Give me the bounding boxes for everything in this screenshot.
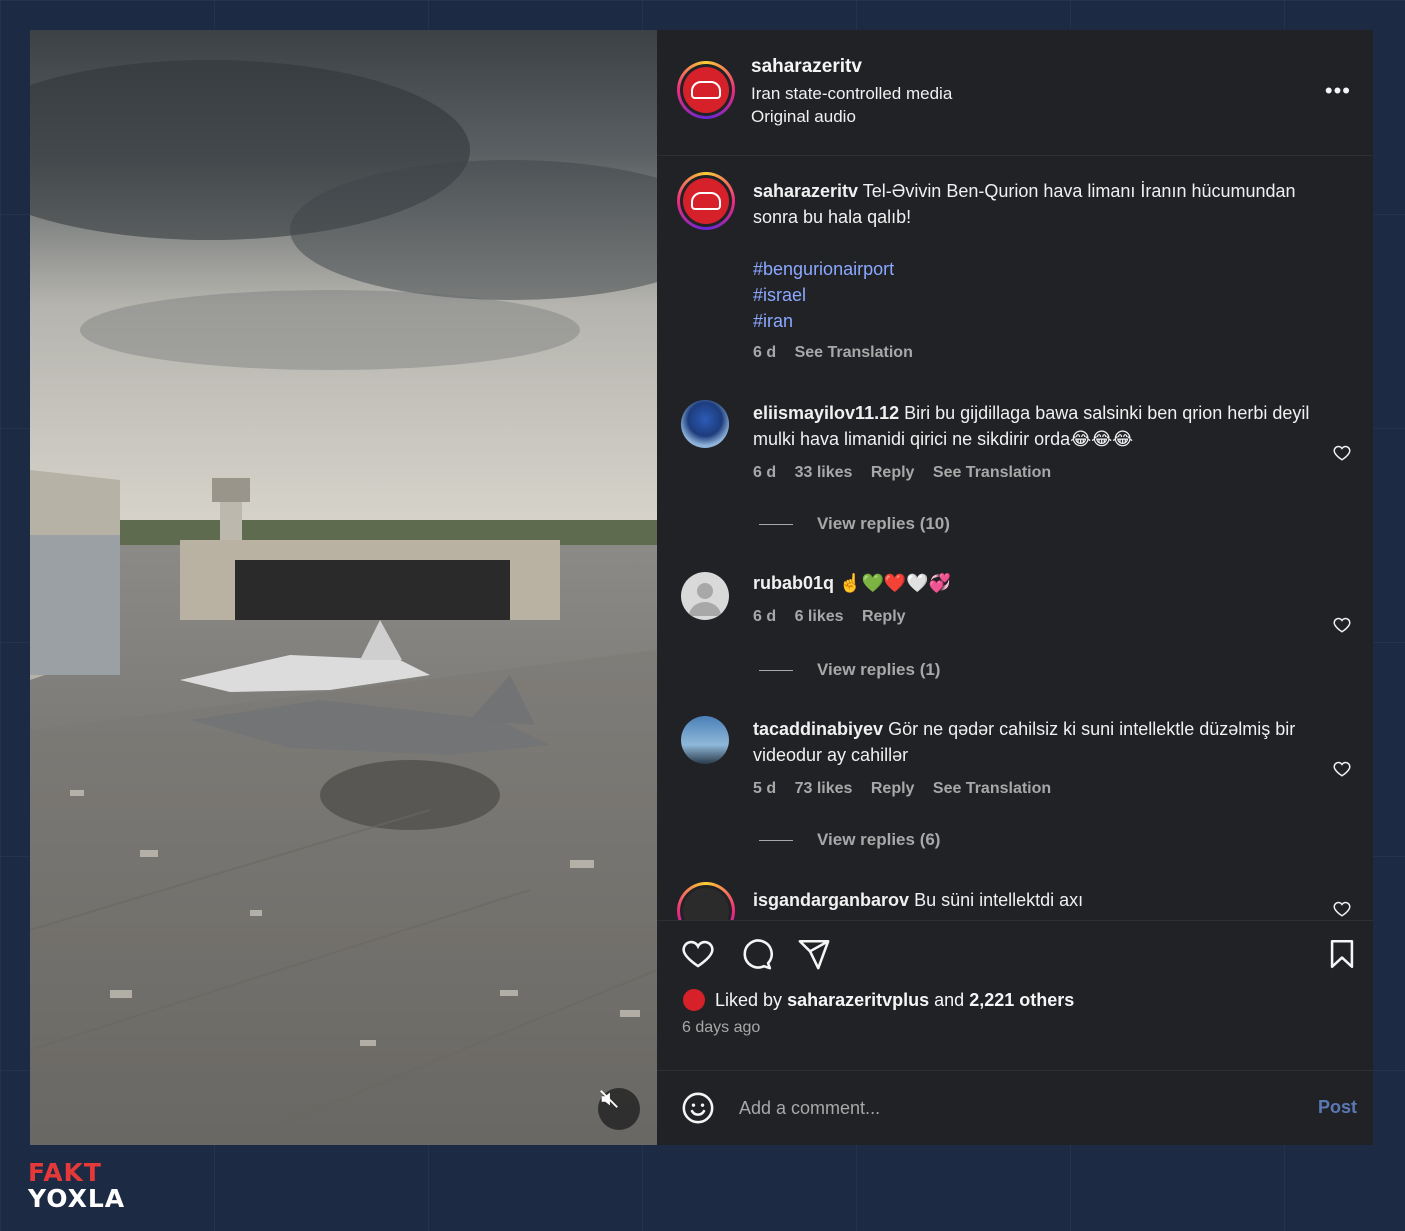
liker-username[interactable]: saharazeritvplus (787, 990, 929, 1011)
comment-composer: Post (657, 1070, 1373, 1145)
reply-button[interactable]: Reply (871, 780, 915, 797)
view-replies-label: View replies (10) (817, 514, 950, 533)
fakt-yoxla-watermark: FAKT YOXLA (28, 1160, 125, 1212)
post-time: 6 days ago (682, 1019, 761, 1036)
comment-content: isgandarganbarov Bu süni intellektdi axı (753, 887, 1321, 913)
comment-like-heart-icon[interactable] (1333, 444, 1351, 462)
commenter-avatar[interactable] (681, 572, 729, 620)
comment-content: eliismayilov11.12 Biri bu gijdillaga baw… (753, 400, 1321, 486)
post-actions: Liked by saharazeritvplus and 2,221 othe… (657, 920, 1373, 1090)
commenter-username[interactable]: rubab01q (753, 573, 834, 593)
caption-meta: 6 d See Translation (753, 344, 927, 362)
liker-avatar (681, 987, 707, 1013)
share-icon[interactable] (797, 937, 831, 971)
liked-by-middle: and (934, 989, 965, 1010)
hashtag-link[interactable]: #bengurionairport (753, 256, 894, 282)
liked-by-prefix: Liked by (715, 989, 783, 1010)
commenter-username[interactable]: isgandarganbarov (753, 890, 909, 910)
sahar-logo-icon (691, 192, 721, 210)
commenter-username[interactable]: eliismayilov11.12 (753, 403, 899, 423)
caption-age: 6 d (753, 344, 777, 361)
emoji-icon[interactable] (681, 1091, 715, 1125)
caption: saharazeritv Tel-Əvivin Ben-Qurion hava … (753, 178, 1313, 230)
commenter-username[interactable]: tacaddinabiyev (753, 719, 883, 739)
post-comment-button[interactable]: Post (1318, 1097, 1357, 1118)
post-side-panel: saharazeritv Iran state-controlled media… (657, 30, 1373, 1145)
default-user-icon (689, 583, 721, 616)
view-replies-button[interactable]: View replies (1) (759, 660, 940, 680)
view-replies-button[interactable]: View replies (10) (759, 514, 950, 534)
likes-summary[interactable]: Liked by saharazeritvplus and 2,221 othe… (681, 987, 1074, 1013)
comment-text: ☝️💚❤️🤍💞 (839, 573, 952, 593)
comment-meta: 6 d 33 likes Reply See Translation (753, 460, 1321, 486)
commenter-avatar[interactable] (677, 882, 735, 920)
mute-button[interactable] (598, 1088, 640, 1130)
comment-item: isgandarganbarov Bu süni intellektdi axı (657, 882, 1373, 920)
bookmark-icon[interactable] (1325, 937, 1359, 971)
comment-like-heart-icon[interactable] (1333, 900, 1351, 918)
comment-age: 6 d (753, 608, 777, 625)
comment-like-heart-icon[interactable] (1333, 760, 1351, 778)
comment-text: Bu süni intellektdi axı (914, 890, 1084, 910)
view-replies-button[interactable]: View replies (6) (759, 830, 940, 850)
more-icon[interactable]: ••• (1325, 80, 1351, 102)
post-header: saharazeritv Iran state-controlled media… (657, 30, 1373, 156)
hashtag-list: #bengurionairport #israel #iran (753, 256, 894, 334)
view-replies-label: View replies (6) (817, 830, 941, 849)
comment-content: tacaddinabiyev Gör ne qədər cahilsiz ki … (753, 716, 1321, 802)
instagram-post-frame: saharazeritv Iran state-controlled media… (30, 30, 1373, 1145)
comment-like-heart-icon[interactable] (1333, 616, 1351, 634)
author-username[interactable]: saharazeritv (751, 56, 862, 78)
post-video[interactable] (30, 30, 657, 1145)
comment-meta: 5 d 73 likes Reply See Translation (753, 776, 1321, 802)
replies-divider (759, 839, 793, 841)
reply-button[interactable]: Reply (871, 464, 915, 481)
comment-content: rubab01q ☝️💚❤️🤍💞 6 d 6 likes Reply (753, 570, 1321, 630)
comment-likes[interactable]: 6 likes (795, 608, 844, 625)
hashtag-link[interactable]: #israel (753, 282, 894, 308)
reply-button[interactable]: Reply (862, 608, 906, 625)
commenter-avatar[interactable] (681, 716, 729, 764)
state-media-label[interactable]: Iran state-controlled media (751, 84, 952, 104)
sahar-logo-icon (691, 81, 721, 99)
watermark-line-1: FAKT (28, 1158, 102, 1187)
hashtag-link[interactable]: #iran (753, 308, 894, 334)
comment-meta: 6 d 6 likes Reply (753, 604, 1321, 630)
view-replies-label: View replies (1) (817, 660, 941, 679)
comment-likes[interactable]: 33 likes (795, 464, 853, 481)
comment-age: 6 d (753, 464, 777, 481)
video-frame-illustration (30, 30, 657, 1145)
heart-icon[interactable] (681, 937, 715, 971)
comment-icon[interactable] (739, 937, 773, 971)
mute-icon (600, 1090, 618, 1108)
commenter-avatar[interactable] (681, 400, 729, 448)
comment-age: 5 d (753, 780, 777, 797)
caption-avatar[interactable] (677, 172, 735, 230)
see-translation-link[interactable]: See Translation (933, 780, 1051, 797)
watermark-line-2: YOXLA (28, 1184, 126, 1213)
see-translation-link[interactable]: See Translation (933, 464, 1051, 481)
caption-username[interactable]: saharazeritv (753, 181, 858, 201)
likes-count[interactable]: 2,221 others (969, 990, 1074, 1011)
audio-link[interactable]: Original audio (751, 107, 856, 127)
see-translation-link[interactable]: See Translation (795, 344, 913, 361)
comment-likes[interactable]: 73 likes (795, 780, 853, 797)
replies-divider (759, 669, 793, 671)
comment-input[interactable] (739, 1093, 1299, 1123)
replies-divider (759, 523, 793, 525)
author-avatar[interactable] (677, 61, 735, 119)
